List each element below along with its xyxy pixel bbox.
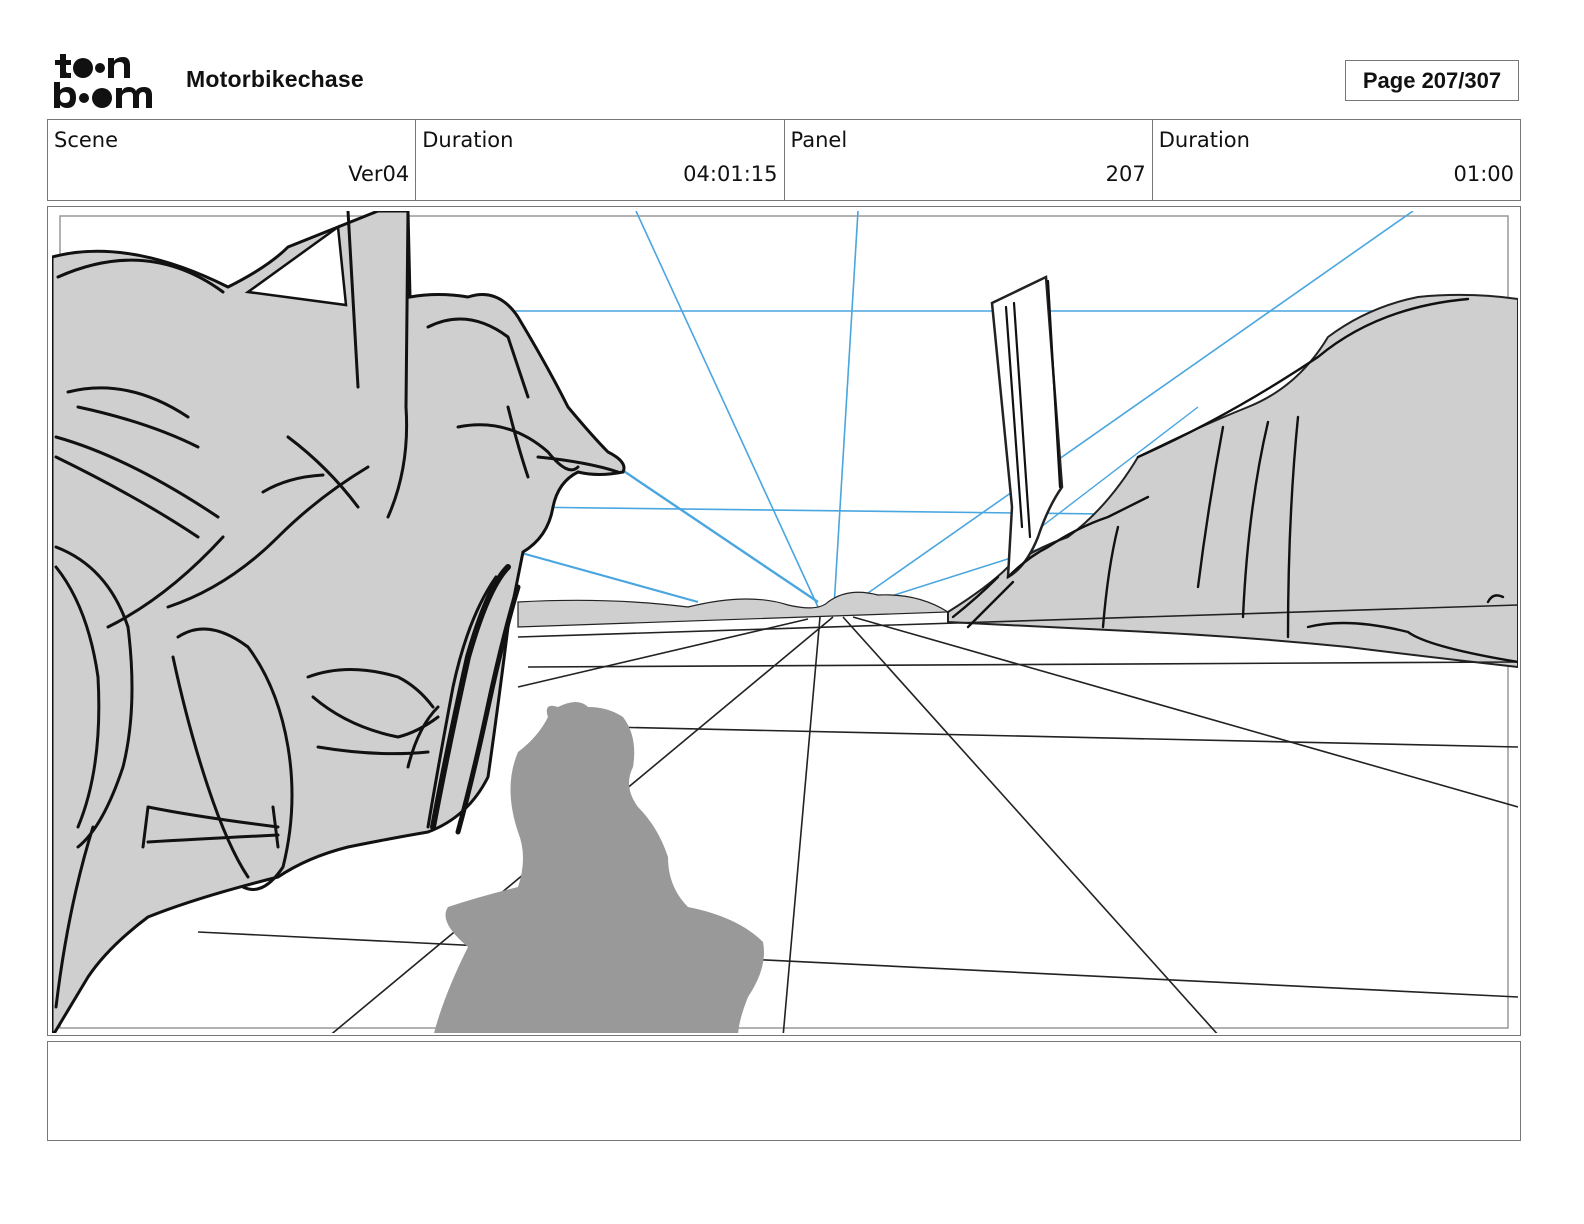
scene-value: Ver04 [348,162,410,186]
panel-info-table: Scene Ver04 Duration 04:01:15 Panel 207 … [47,119,1521,201]
storyboard-sketch-image [52,211,1518,1033]
panel-notes-box[interactable] [47,1041,1521,1141]
panel-value: 207 [1105,162,1146,186]
panel-duration-value: 01:00 [1453,162,1514,186]
horizon-hills [517,591,950,628]
scene-duration-label: Duration [422,128,514,152]
scene-label: Scene [54,128,119,152]
toonboom-logo [52,52,164,110]
rock-pillar [990,275,1064,580]
panel-duration-cell: Duration 01:00 [1153,120,1520,200]
panel-cell: Panel 207 [785,120,1153,200]
scene-duration-cell: Duration 04:01:15 [416,120,785,200]
panel-duration-label: Duration [1158,128,1250,152]
panel-label: Panel [790,128,848,152]
storyboard-panel [47,206,1521,1036]
page-indicator: Page 207/307 [1345,60,1519,101]
scene-cell: Scene Ver04 [48,120,417,200]
logo-icon [54,54,152,108]
project-title: Motorbikechase [186,66,364,92]
scene-duration-value: 04:01:15 [683,162,778,186]
